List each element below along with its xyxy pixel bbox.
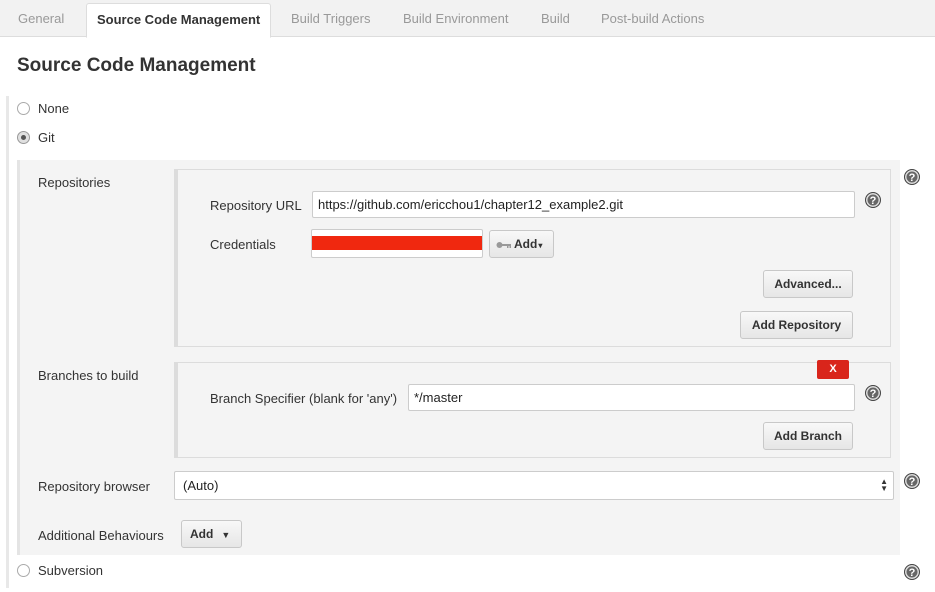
advanced-button[interactable]: Advanced...: [763, 270, 853, 298]
repository-browser-label: Repository browser: [38, 479, 150, 494]
tab-build-triggers[interactable]: Build Triggers: [291, 0, 370, 37]
add-branch-button[interactable]: Add Branch: [763, 422, 853, 450]
branch-specifier-label: Branch Specifier (blank for 'any'): [210, 391, 398, 406]
caret-down-icon: ▼: [221, 530, 231, 540]
credentials-redaction: [312, 236, 482, 250]
tab-build[interactable]: Build: [541, 0, 570, 37]
additional-behaviours-add-label: Add: [190, 527, 214, 541]
none-radio[interactable]: [17, 101, 30, 115]
tab-source-code-management[interactable]: Source Code Management: [86, 3, 272, 38]
repository-browser-help-icon[interactable]: ?: [904, 473, 920, 489]
subversion-help-icon[interactable]: ?: [904, 564, 920, 580]
git-radio[interactable]: [17, 130, 30, 144]
repository-url-help-icon[interactable]: ?: [865, 192, 881, 208]
branch-specifier-input[interactable]: */master: [408, 384, 855, 411]
credentials-add-button[interactable]: Add▾: [489, 230, 554, 258]
repository-browser-select[interactable]: (Auto) ▲ ▼: [174, 471, 894, 500]
key-icon: [496, 232, 511, 258]
git-help-icon[interactable]: ?: [904, 169, 920, 185]
git-label: Git: [38, 129, 55, 145]
section-indent-bar: [6, 96, 9, 588]
tab-post-build-actions[interactable]: Post-build Actions: [601, 0, 704, 37]
scm-option-git[interactable]: Git: [17, 128, 55, 146]
subversion-radio[interactable]: [17, 563, 30, 577]
branches-label: Branches to build: [38, 368, 139, 383]
additional-behaviours-label: Additional Behaviours: [38, 528, 164, 543]
tab-build-environment[interactable]: Build Environment: [403, 0, 509, 37]
delete-branch-button[interactable]: X: [817, 360, 849, 379]
repository-browser-value: (Auto): [183, 478, 219, 493]
none-label: None: [38, 100, 70, 116]
branch-specifier-help-icon[interactable]: ?: [865, 385, 881, 401]
add-repository-button[interactable]: Add Repository: [740, 311, 853, 339]
page-title: Source Code Management: [17, 55, 256, 76]
caret-down-icon: ▾: [538, 241, 543, 250]
repositories-label: Repositories: [38, 175, 111, 190]
select-arrows-icon: ▲ ▼: [880, 477, 888, 493]
repository-url-input[interactable]: https://github.com/ericchou1/chapter12_e…: [312, 191, 855, 218]
additional-behaviours-add-button[interactable]: Add ▼: [181, 520, 242, 548]
scm-option-subversion[interactable]: Subversion: [17, 561, 103, 579]
subversion-label: Subversion: [38, 562, 104, 578]
credentials-label: Credentials: [210, 237, 276, 252]
tab-bar: General Source Code Management Build Tri…: [0, 0, 935, 38]
credentials-select[interactable]: [311, 229, 483, 258]
credentials-add-label: Add: [514, 237, 538, 251]
scm-option-none[interactable]: None: [17, 99, 69, 117]
repository-url-label: Repository URL: [210, 198, 302, 213]
tab-general[interactable]: General: [18, 0, 64, 37]
